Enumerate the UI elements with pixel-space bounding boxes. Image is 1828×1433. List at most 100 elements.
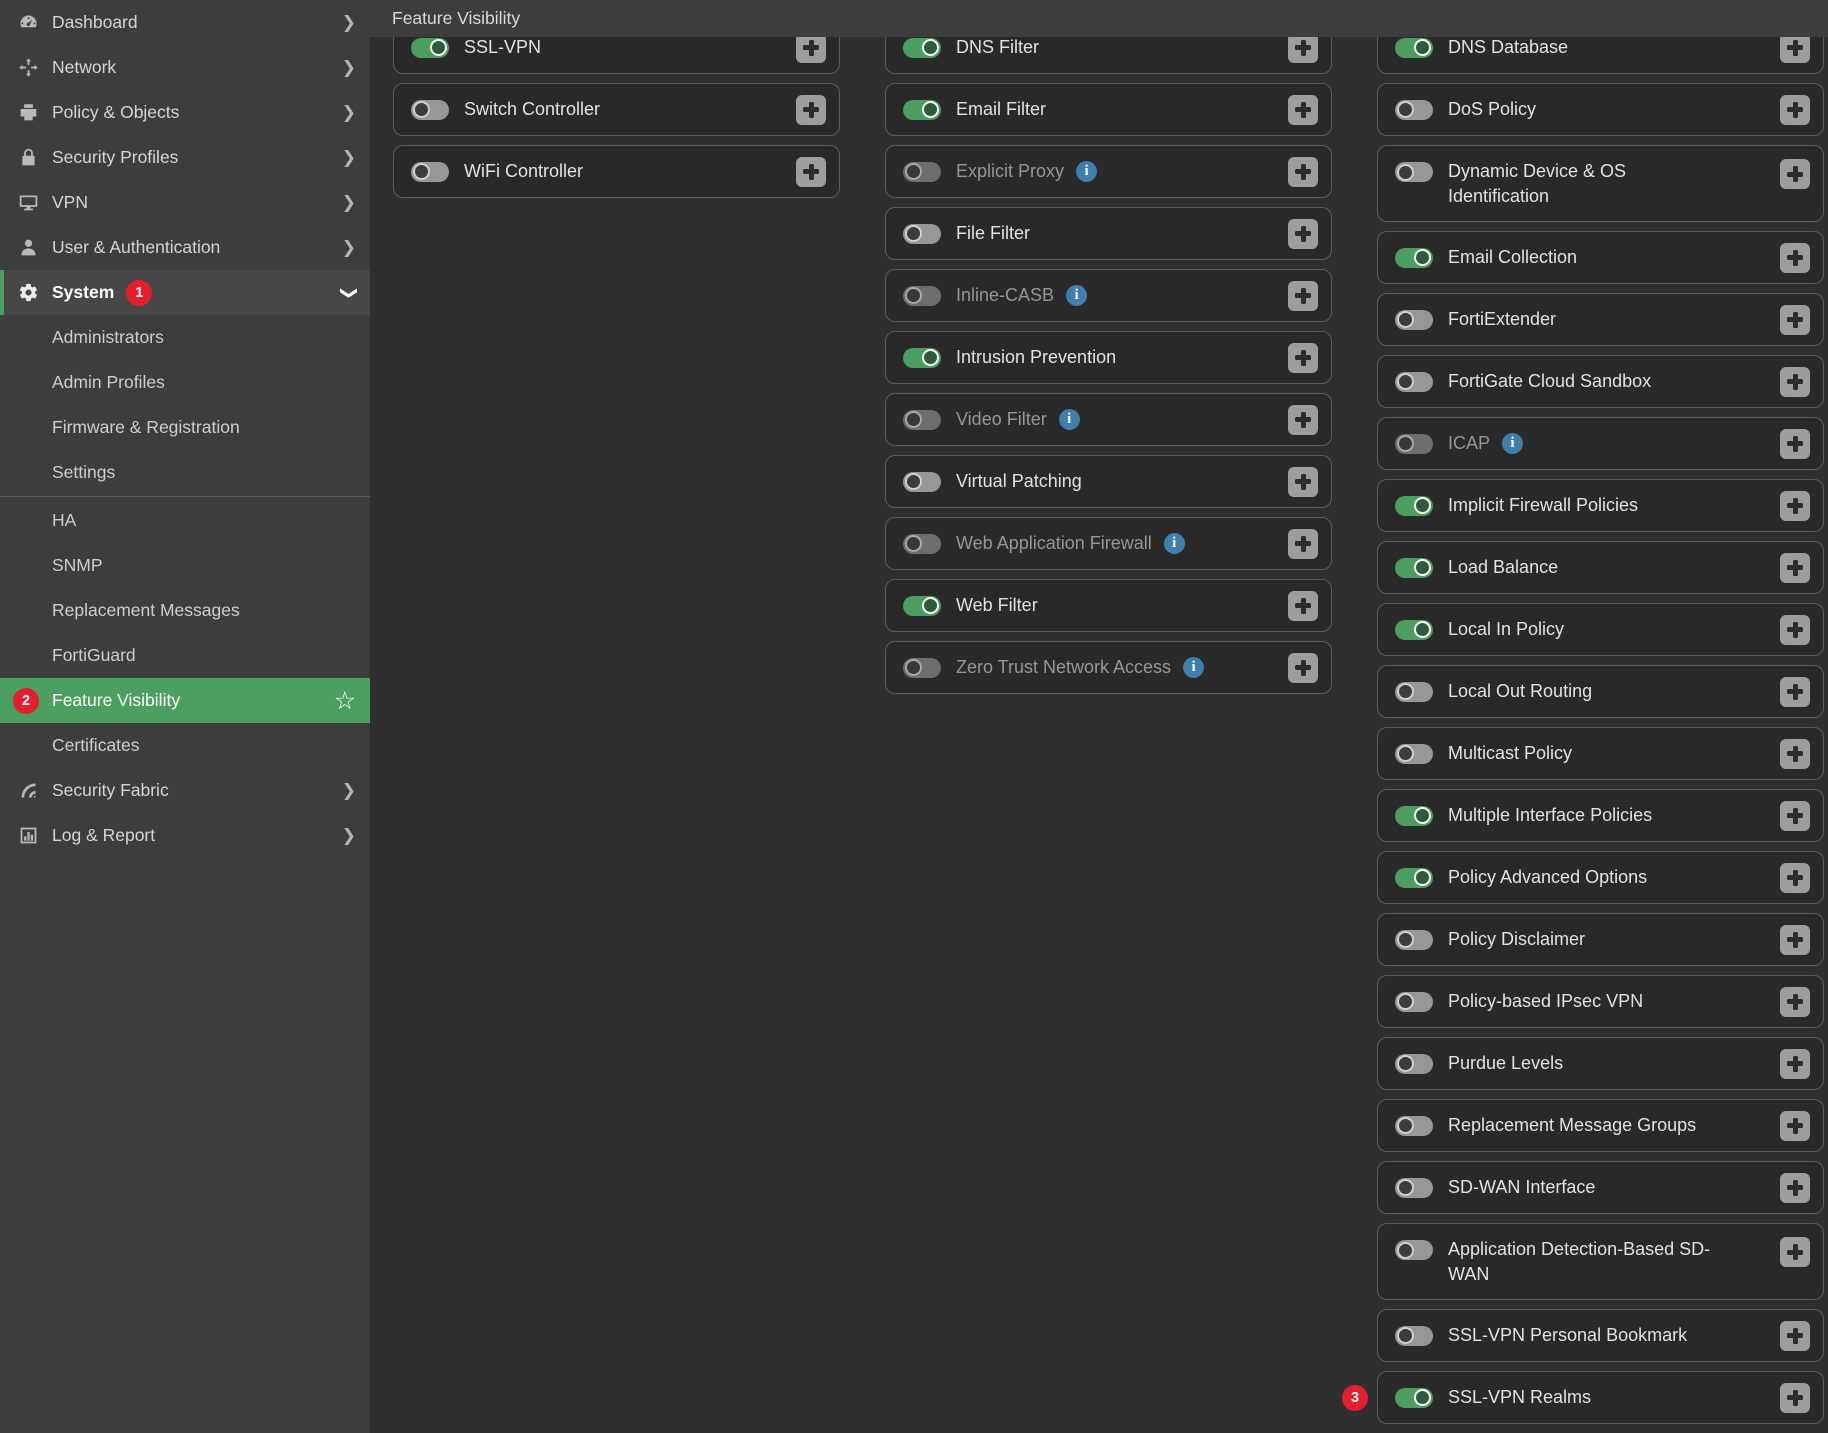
info-icon[interactable]: i — [1183, 657, 1204, 678]
dos-policy-toggle[interactable] — [1395, 100, 1433, 120]
load-balance-add-button[interactable] — [1780, 553, 1810, 583]
sidebar-item-snmp[interactable]: SNMP — [0, 543, 370, 588]
sidebar-item-policy-objects[interactable]: Policy & Objects❯ — [0, 90, 370, 135]
ssl-vpn-realms-toggle[interactable] — [1395, 1388, 1433, 1408]
zero-trust-network-access-add-button[interactable] — [1288, 653, 1318, 683]
local-in-policy-add-button[interactable] — [1780, 615, 1810, 645]
sidebar-item-vpn[interactable]: VPN❯ — [0, 180, 370, 225]
fortigate-cloud-sandbox-toggle[interactable] — [1395, 372, 1433, 392]
multiple-interface-policies-toggle[interactable] — [1395, 806, 1433, 826]
replacement-message-groups-toggle[interactable] — [1395, 1116, 1433, 1136]
policy-based-ipsec-vpn-add-button[interactable] — [1780, 987, 1810, 1017]
sd-wan-interface-add-button[interactable] — [1780, 1173, 1810, 1203]
sidebar-item-settings[interactable]: Settings — [0, 450, 370, 495]
file-filter-add-button[interactable] — [1288, 219, 1318, 249]
fortigate-cloud-sandbox-add-button[interactable] — [1780, 367, 1810, 397]
policy-disclaimer-toggle[interactable] — [1395, 930, 1433, 950]
virtual-patching-toggle[interactable] — [903, 472, 941, 492]
info-icon[interactable]: i — [1059, 409, 1080, 430]
wifi-controller-add-button[interactable] — [796, 157, 826, 187]
dns-filter-toggle[interactable] — [903, 38, 941, 58]
implicit-firewall-policies-add-button[interactable] — [1780, 491, 1810, 521]
file-filter-toggle[interactable] — [903, 224, 941, 244]
sidebar-item-security-fabric[interactable]: Security Fabric❯ — [0, 768, 370, 813]
virtual-patching-add-button[interactable] — [1288, 467, 1318, 497]
sidebar-item-feature-visibility[interactable]: 2Feature Visibility☆ — [0, 678, 370, 723]
local-in-policy-toggle[interactable] — [1395, 620, 1433, 640]
icap-toggle[interactable] — [1395, 434, 1433, 454]
email-filter-toggle[interactable] — [903, 100, 941, 120]
implicit-firewall-policies-toggle[interactable] — [1395, 496, 1433, 516]
dynamic-device-os-identification-toggle[interactable] — [1395, 162, 1433, 182]
multicast-policy-add-button[interactable] — [1780, 739, 1810, 769]
toggle-knob — [1397, 745, 1414, 762]
info-icon[interactable]: i — [1502, 433, 1523, 454]
ssl-vpn-toggle[interactable] — [411, 38, 449, 58]
application-detection-based-sd-wan-toggle[interactable] — [1395, 1240, 1433, 1260]
sidebar-item-system[interactable]: System1❯ — [0, 270, 370, 315]
icap-add-button[interactable] — [1780, 429, 1810, 459]
video-filter-add-button[interactable] — [1288, 405, 1318, 435]
sidebar-item-administrators[interactable]: Administrators — [0, 315, 370, 360]
inline-casb-add-button[interactable] — [1288, 281, 1318, 311]
switch-controller-toggle[interactable] — [411, 100, 449, 120]
video-filter-toggle[interactable] — [903, 410, 941, 430]
ssl-vpn-personal-bookmark-toggle[interactable] — [1395, 1326, 1433, 1346]
explicit-proxy-toggle[interactable] — [903, 162, 941, 182]
inline-casb-toggle[interactable] — [903, 286, 941, 306]
sidebar-item-security-profiles[interactable]: Security Profiles❯ — [0, 135, 370, 180]
replacement-message-groups-add-button[interactable] — [1780, 1111, 1810, 1141]
policy-advanced-options-add-button[interactable] — [1780, 863, 1810, 893]
email-filter-add-button[interactable] — [1288, 95, 1318, 125]
sidebar-item-firmware-registration[interactable]: Firmware & Registration — [0, 405, 370, 450]
sidebar-item-replacement-messages[interactable]: Replacement Messages — [0, 588, 370, 633]
web-application-firewall-toggle[interactable] — [903, 534, 941, 554]
toggle-knob — [413, 163, 430, 180]
purdue-levels-toggle[interactable] — [1395, 1054, 1433, 1074]
multicast-policy-toggle[interactable] — [1395, 744, 1433, 764]
info-icon[interactable]: i — [1066, 285, 1087, 306]
intrusion-prevention-add-button[interactable] — [1288, 343, 1318, 373]
switch-controller-add-button[interactable] — [796, 95, 826, 125]
email-collection-toggle[interactable] — [1395, 248, 1433, 268]
policy-based-ipsec-vpn-toggle[interactable] — [1395, 992, 1433, 1012]
fortiextender-add-button[interactable] — [1780, 305, 1810, 335]
info-icon[interactable]: i — [1076, 161, 1097, 182]
sidebar-item-log-report[interactable]: Log & Report❯ — [0, 813, 370, 858]
ssl-vpn-add-button[interactable] — [796, 33, 826, 63]
web-filter-add-button[interactable] — [1288, 591, 1318, 621]
policy-disclaimer-add-button[interactable] — [1780, 925, 1810, 955]
dynamic-device-os-identification-add-button[interactable] — [1780, 159, 1810, 189]
email-collection-add-button[interactable] — [1780, 243, 1810, 273]
local-out-routing-toggle[interactable] — [1395, 682, 1433, 702]
zero-trust-network-access-toggle[interactable] — [903, 658, 941, 678]
dns-database-add-button[interactable] — [1780, 33, 1810, 63]
explicit-proxy-add-button[interactable] — [1288, 157, 1318, 187]
sidebar-item-admin-profiles[interactable]: Admin Profiles — [0, 360, 370, 405]
load-balance-toggle[interactable] — [1395, 558, 1433, 578]
policy-advanced-options-toggle[interactable] — [1395, 868, 1433, 888]
sidebar-item-ha[interactable]: HA — [0, 498, 370, 543]
web-filter-toggle[interactable] — [903, 596, 941, 616]
sidebar-item-network[interactable]: Network❯ — [0, 45, 370, 90]
sidebar-item-fortiguard[interactable]: FortiGuard — [0, 633, 370, 678]
fortiextender-toggle[interactable] — [1395, 310, 1433, 330]
dns-filter-add-button[interactable] — [1288, 33, 1318, 63]
application-detection-based-sd-wan-add-button[interactable] — [1780, 1237, 1810, 1267]
sd-wan-interface-toggle[interactable] — [1395, 1178, 1433, 1198]
web-application-firewall-add-button[interactable] — [1288, 529, 1318, 559]
dos-policy-add-button[interactable] — [1780, 95, 1810, 125]
sidebar-item-dashboard[interactable]: Dashboard❯ — [0, 0, 370, 45]
ssl-vpn-realms-add-button[interactable] — [1780, 1383, 1810, 1413]
sidebar-item-certificates[interactable]: Certificates — [0, 723, 370, 768]
local-out-routing-add-button[interactable] — [1780, 677, 1810, 707]
favorite-star-icon[interactable]: ☆ — [334, 688, 356, 713]
sidebar-item-user-authentication[interactable]: User & Authentication❯ — [0, 225, 370, 270]
ssl-vpn-personal-bookmark-add-button[interactable] — [1780, 1321, 1810, 1351]
dns-database-toggle[interactable] — [1395, 38, 1433, 58]
multiple-interface-policies-add-button[interactable] — [1780, 801, 1810, 831]
purdue-levels-add-button[interactable] — [1780, 1049, 1810, 1079]
intrusion-prevention-toggle[interactable] — [903, 348, 941, 368]
wifi-controller-toggle[interactable] — [411, 162, 449, 182]
info-icon[interactable]: i — [1164, 533, 1185, 554]
